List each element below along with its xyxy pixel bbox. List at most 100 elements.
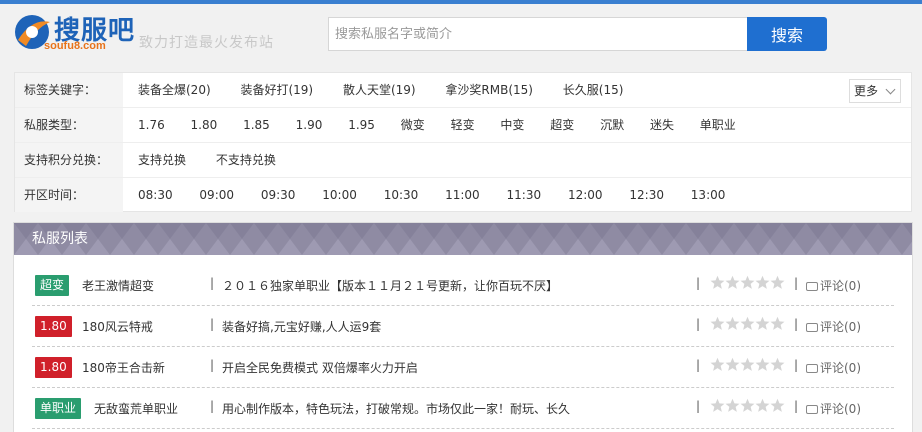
star-icon (710, 398, 725, 412)
filter-item[interactable]: 12:30 (629, 178, 664, 212)
star-icon (740, 357, 755, 371)
filter-row-points: 支持积分兑换： 支持兑换 不支持兑换 (15, 143, 911, 178)
filter-item[interactable]: 08:30 (138, 178, 173, 212)
divider: | (210, 276, 215, 290)
star-icon (770, 316, 785, 330)
filter-item[interactable]: 轻变 (451, 108, 475, 142)
server-list-title: 私服列表 (32, 231, 88, 247)
filter-item[interactable]: 支持兑换 (138, 143, 186, 177)
star-icon (770, 275, 785, 289)
comment-icon (806, 323, 818, 332)
divider: | (210, 358, 215, 372)
filter-item[interactable]: 11:30 (507, 178, 542, 212)
filter-item[interactable]: 11:00 (445, 178, 480, 212)
filter-item[interactable]: 中变 (500, 108, 524, 142)
more-button[interactable]: 更多 (849, 79, 901, 103)
slogan: 致力打造最火发布站 (139, 35, 274, 51)
search-input[interactable] (329, 18, 747, 50)
comment-link[interactable]: 评论(0) (806, 400, 861, 417)
list-item[interactable]: 1.80 180帝王合击新 | 开启全民免费模式 双倍爆率火力开启 | | 评论… (32, 347, 894, 388)
divider: | (794, 399, 799, 413)
star-icon (755, 398, 770, 412)
list-item[interactable]: 单职业 无敌蛮荒单职业 | 用心制作版本，特色玩法，打破常规。市场仅此一家！耐玩… (32, 388, 894, 429)
filter-item[interactable]: 1.85 (243, 108, 270, 142)
star-icon (725, 357, 740, 371)
comment-icon (806, 405, 818, 414)
filter-item[interactable]: 装备全爆(20) (138, 73, 211, 107)
filter-item[interactable]: 1.95 (348, 108, 375, 142)
server-description[interactable]: 开启全民免费模式 双倍爆率火力开启 (222, 359, 418, 376)
star-icon (770, 398, 785, 412)
filter-item[interactable]: 超变 (550, 108, 574, 142)
filter-item[interactable]: 装备好打(19) (240, 73, 313, 107)
server-description[interactable]: ２０１６独家单职业【版本１１月２１号更新，让你百玩不厌】 (222, 277, 558, 294)
divider: | (696, 399, 701, 413)
filter-item[interactable]: 拿沙奖RMB(15) (445, 73, 533, 107)
filter-items: 支持兑换 不支持兑换 (123, 143, 276, 177)
filter-item[interactable]: 09:00 (199, 178, 234, 212)
filter-item[interactable]: 10:00 (322, 178, 357, 212)
star-icon (770, 357, 785, 371)
filter-item[interactable]: 09:30 (261, 178, 296, 212)
filter-item[interactable]: 13:00 (691, 178, 726, 212)
rating-stars[interactable] (710, 357, 785, 375)
star-icon (740, 398, 755, 412)
filter-label: 标签关键字： (15, 73, 123, 107)
filter-item[interactable]: 10:30 (384, 178, 419, 212)
server-name[interactable]: 180风云特戒 (82, 318, 153, 335)
filter-label: 开区时间： (15, 178, 123, 212)
server-description[interactable]: 装备好搞,元宝好赚,人人运9套 (222, 318, 381, 335)
filter-item[interactable]: 1.76 (138, 108, 165, 142)
star-icon (725, 275, 740, 289)
star-icon (755, 316, 770, 330)
divider: | (696, 276, 701, 290)
divider: | (210, 399, 215, 413)
filter-item[interactable]: 12:00 (568, 178, 603, 212)
filter-item[interactable]: 长久服(15) (563, 73, 624, 107)
star-icon (740, 316, 755, 330)
star-icon (725, 316, 740, 330)
search-button[interactable]: 搜索 (747, 17, 827, 51)
comment-label: 评论(0) (820, 402, 861, 416)
divider: | (210, 317, 215, 331)
filter-items: 08:30 09:00 09:30 10:00 10:30 11:00 11:3… (123, 178, 725, 212)
filter-item[interactable]: 单职业 (700, 108, 736, 142)
server-list-header: 私服列表 (14, 223, 912, 255)
server-description[interactable]: 用心制作版本，特色玩法，打破常规。市场仅此一家！耐玩、长久 (222, 400, 570, 417)
comment-link[interactable]: 评论(0) (806, 277, 861, 294)
comment-label: 评论(0) (820, 320, 861, 334)
rating-stars[interactable] (710, 398, 785, 416)
comment-link[interactable]: 评论(0) (806, 318, 861, 335)
comment-icon (806, 282, 818, 291)
type-badge: 1.80 (35, 357, 72, 378)
list-item[interactable]: 1.80 180风云特戒 | 装备好搞,元宝好赚,人人运9套 | | 评论(0) (32, 306, 894, 347)
site-logo[interactable]: 搜服吧 soufu8.com (12, 10, 142, 58)
type-badge: 超变 (35, 275, 70, 296)
filter-item[interactable]: 1.80 (191, 108, 218, 142)
server-name[interactable]: 无敌蛮荒单职业 (94, 400, 178, 417)
star-icon (755, 357, 770, 371)
comment-link[interactable]: 评论(0) (806, 359, 861, 376)
filter-row-type: 私服类型： 1.76 1.80 1.85 1.90 1.95 微变 轻变 中变 … (15, 108, 911, 143)
filter-item[interactable]: 微变 (401, 108, 425, 142)
filter-item[interactable]: 散人天堂(19) (343, 73, 416, 107)
filter-item[interactable]: 沉默 (600, 108, 624, 142)
divider: | (794, 317, 799, 331)
type-badge: 单职业 (35, 398, 82, 419)
server-name[interactable]: 老王激情超变 (82, 277, 154, 294)
list-item[interactable]: 超变 老王激情超变 | ２０１６独家单职业【版本１１月２１号更新，让你百玩不厌】… (32, 265, 894, 306)
comment-icon (806, 364, 818, 373)
rating-stars[interactable] (710, 316, 785, 334)
filter-items: 1.76 1.80 1.85 1.90 1.95 微变 轻变 中变 超变 沉默 … (123, 108, 736, 142)
comment-label: 评论(0) (820, 279, 861, 293)
server-name[interactable]: 180帝王合击新 (82, 359, 165, 376)
filter-item[interactable]: 不支持兑换 (216, 143, 276, 177)
star-icon (710, 316, 725, 330)
search-box (328, 17, 748, 51)
filter-items: 装备全爆(20) 装备好打(19) 散人天堂(19) 拿沙奖RMB(15) 长久… (123, 73, 623, 107)
star-icon (755, 275, 770, 289)
type-badge: 1.80 (35, 316, 72, 337)
filter-item[interactable]: 1.90 (296, 108, 323, 142)
rating-stars[interactable] (710, 275, 785, 293)
filter-item[interactable]: 迷失 (650, 108, 674, 142)
